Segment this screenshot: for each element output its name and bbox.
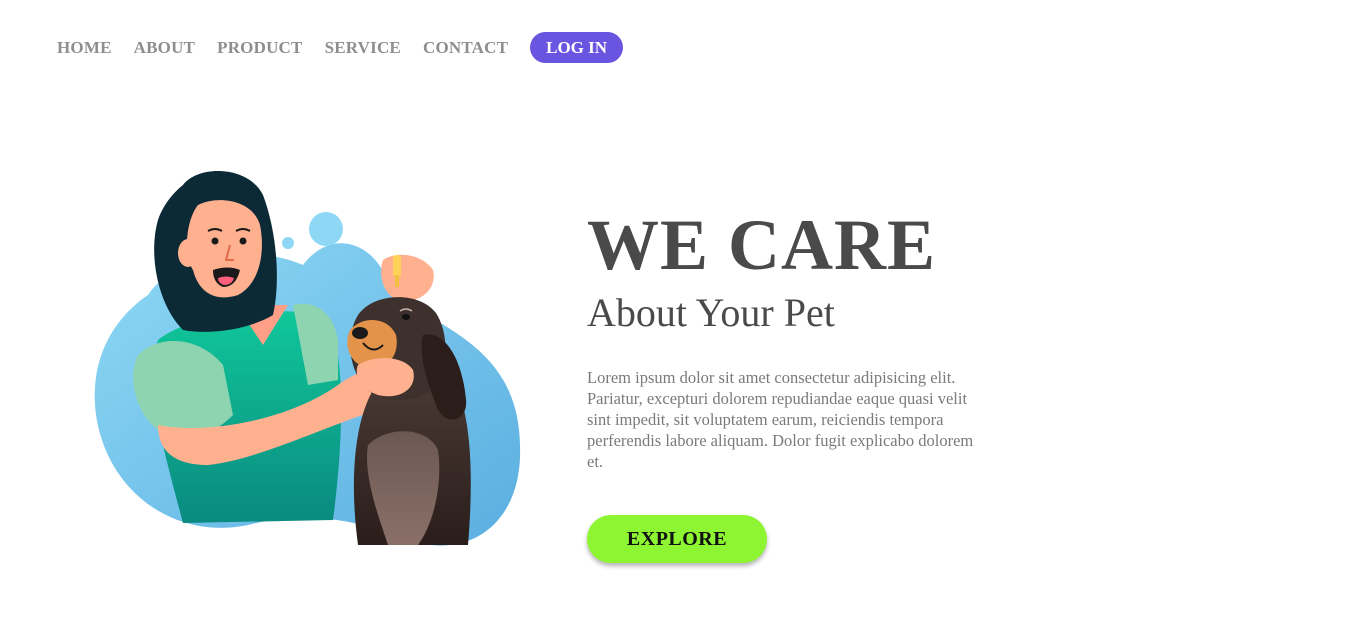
explore-button[interactable]: EXPLORE <box>587 515 767 563</box>
hero-title: WE CARE <box>587 205 937 285</box>
login-button[interactable]: LOG IN <box>530 32 624 63</box>
landing-page: HOME ABOUT PRODUCT SERVICE CONTACT LOG I… <box>0 0 1366 639</box>
vet-illustration <box>88 165 528 555</box>
hero-section: WE CARE About Your Pet Lorem ipsum dolor… <box>587 205 987 472</box>
nav-contact-link[interactable]: CONTACT <box>423 38 508 58</box>
nav-home-link[interactable]: HOME <box>57 38 112 58</box>
main-nav: HOME ABOUT PRODUCT SERVICE CONTACT LOG I… <box>57 32 624 63</box>
nav-service-link[interactable]: SERVICE <box>325 38 401 58</box>
hero-subtitle: About Your Pet <box>587 290 835 335</box>
nav-product-link[interactable]: PRODUCT <box>217 38 302 58</box>
hero-description: Lorem ipsum dolor sit amet consectetur a… <box>587 368 974 471</box>
woman-with-dog-illustration-icon <box>94 171 521 546</box>
nav-about-link[interactable]: ABOUT <box>134 38 195 58</box>
